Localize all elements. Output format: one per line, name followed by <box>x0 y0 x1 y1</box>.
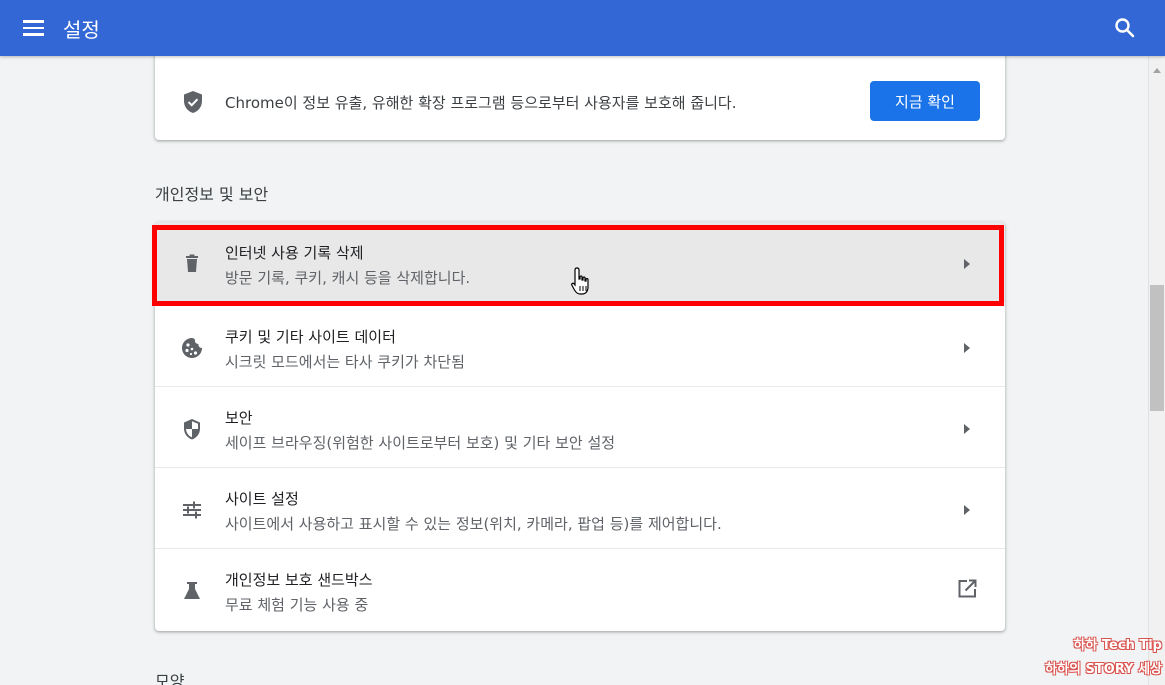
chevron-right-icon <box>964 259 970 269</box>
cookie-icon <box>180 336 204 360</box>
row-title: 보안 <box>225 409 253 427</box>
flask-icon <box>180 579 204 603</box>
row-subtitle: 사이트에서 사용하고 표시할 수 있는 정보(위치, 카메라, 팝업 등)를 제… <box>225 515 722 533</box>
site-settings-row[interactable]: 사이트 설정 사이트에서 사용하고 표시할 수 있는 정보(위치, 카메라, 팝… <box>155 467 1005 548</box>
hand-cursor-icon <box>570 266 592 298</box>
settings-header: 설정 <box>0 0 1165 56</box>
row-subtitle: 시크릿 모드에서는 타사 쿠키가 차단됨 <box>225 353 465 371</box>
watermark-line-1: 하하 Tech Tip <box>1073 638 1162 653</box>
chevron-right-icon <box>964 505 970 515</box>
chevron-right-icon <box>964 424 970 434</box>
search-icon[interactable] <box>1111 14 1139 42</box>
watermark: 하하 Tech Tip 하하의 STORY 세상 <box>1034 634 1162 682</box>
page-title: 설정 <box>63 18 100 42</box>
vertical-scrollbar[interactable] <box>1148 56 1165 685</box>
row-subtitle: 방문 기록, 쿠키, 캐시 등을 삭제합니다. <box>225 269 471 287</box>
privacy-section-title: 개인정보 및 보안 <box>155 185 269 204</box>
open-in-new-icon[interactable] <box>955 577 979 601</box>
tune-icon <box>180 498 204 522</box>
menu-icon[interactable] <box>18 14 50 42</box>
scroll-thumb[interactable] <box>1150 285 1164 411</box>
chevron-right-icon <box>964 343 970 353</box>
check-now-button[interactable]: 지금 확인 <box>870 81 980 121</box>
safety-check-description: Chrome이 정보 유출, 유해한 확장 프로그램 등으로부터 사용자를 보호… <box>225 94 737 112</box>
cookies-row[interactable]: 쿠키 및 기타 사이트 데이터 시크릿 모드에서는 타사 쿠키가 차단됨 <box>155 305 1005 386</box>
row-subtitle: 세이프 브라우징(위험한 사이트로부터 보호) 및 기타 보안 설정 <box>225 434 616 452</box>
appearance-section-title: 모양 <box>155 672 185 685</box>
row-title: 쿠키 및 기타 사이트 데이터 <box>225 328 396 346</box>
row-title: 개인정보 보호 샌드박스 <box>225 571 373 589</box>
privacy-sandbox-row[interactable]: 개인정보 보호 샌드박스 무료 체험 기능 사용 중 <box>155 548 1005 629</box>
safety-check-card: Chrome이 정보 유출, 유해한 확장 프로그램 등으로부터 사용자를 보호… <box>155 46 1005 140</box>
shield-check-icon <box>182 90 204 114</box>
security-row[interactable]: 보안 세이프 브라우징(위험한 사이트로부터 보호) 및 기타 보안 설정 <box>155 386 1005 467</box>
security-shield-icon <box>180 417 204 441</box>
trash-icon <box>180 252 204 276</box>
row-title: 사이트 설정 <box>225 490 299 508</box>
row-title: 인터넷 사용 기록 삭제 <box>225 244 364 262</box>
scroll-up-arrow-icon[interactable] <box>1153 68 1161 73</box>
row-subtitle: 무료 체험 기능 사용 중 <box>225 596 369 614</box>
watermark-line-2: 하하의 STORY 세상 <box>1045 662 1162 677</box>
